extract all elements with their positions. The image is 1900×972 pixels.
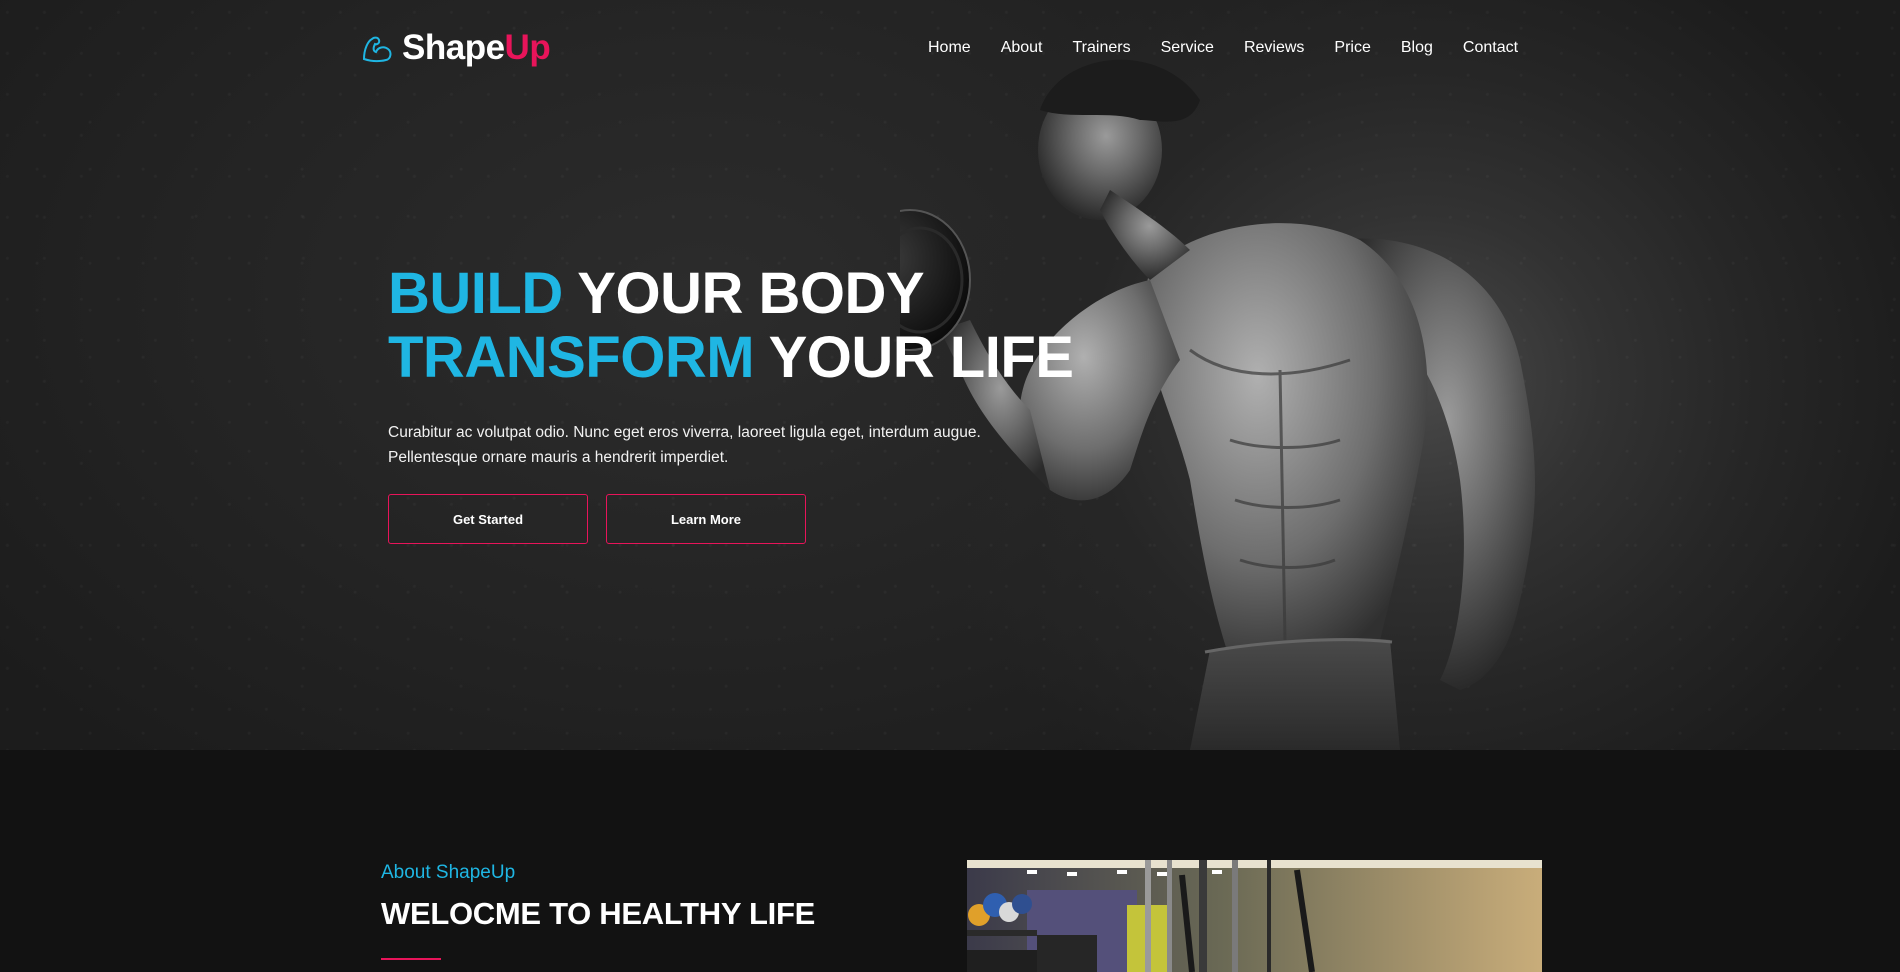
brand-wordmark-up: Up bbox=[504, 28, 551, 67]
nav-link-trainers[interactable]: Trainers bbox=[1073, 36, 1131, 60]
nav-link-contact[interactable]: Contact bbox=[1463, 36, 1518, 60]
get-started-button[interactable]: Get Started bbox=[388, 494, 588, 544]
hero-headline-rest-1: YOUR BODY bbox=[577, 261, 925, 326]
nav-link-about[interactable]: About bbox=[1001, 36, 1043, 60]
brand-logo[interactable]: ShapeUp bbox=[360, 28, 551, 68]
hero-headline: BUILD YOUR BODY TRANSFORM YOUR LIFE bbox=[388, 261, 1074, 390]
flexed-bicep-icon bbox=[362, 36, 392, 63]
hero-headline-accent-1: BUILD bbox=[388, 261, 563, 326]
nav-link-home[interactable]: Home bbox=[928, 36, 971, 60]
nav-link-service[interactable]: Service bbox=[1161, 36, 1214, 60]
hero-headline-rest-2: YOUR LIFE bbox=[768, 325, 1074, 390]
hero-athlete-image bbox=[900, 59, 1535, 750]
hero-headline-accent-2: TRANSFORM bbox=[388, 325, 755, 390]
about-kicker: About ShapeUp bbox=[381, 862, 516, 883]
hero-section: ShapeUp Home About Trainers Service Revi… bbox=[0, 0, 1900, 750]
gym-interior-image bbox=[967, 860, 1542, 972]
nav-link-price[interactable]: Price bbox=[1334, 36, 1370, 60]
nav-link-reviews[interactable]: Reviews bbox=[1244, 36, 1304, 60]
main-navigation: Home About Trainers Service Reviews Pric… bbox=[928, 36, 1518, 60]
about-title: WELOCME TO HEALTHY LIFE bbox=[381, 896, 815, 931]
brand-wordmark: ShapeUp bbox=[402, 28, 551, 68]
learn-more-button[interactable]: Learn More bbox=[606, 494, 806, 544]
nav-link-blog[interactable]: Blog bbox=[1401, 36, 1433, 60]
brand-wordmark-shape: Shape bbox=[402, 28, 505, 67]
about-divider bbox=[381, 958, 441, 960]
hero-description: Curabitur ac volutpat odio. Nunc eget er… bbox=[388, 424, 981, 466]
about-section: About ShapeUp WELOCME TO HEALTHY LIFE bbox=[0, 750, 1900, 972]
